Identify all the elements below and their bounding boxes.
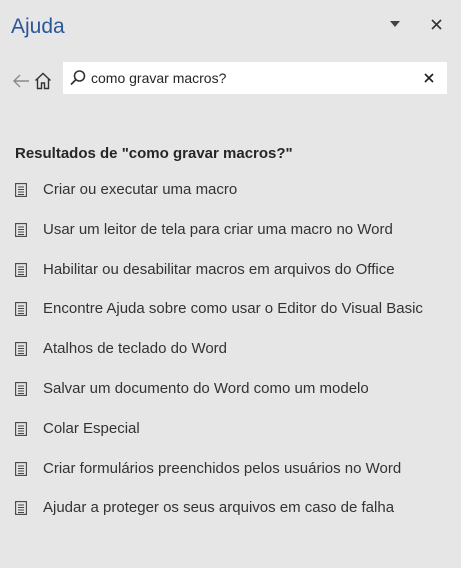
pane-header: Ajuda	[0, 0, 461, 52]
result-link[interactable]: Encontre Ajuda sobre como usar o Editor …	[43, 299, 423, 319]
result-item[interactable]: Colar Especial	[0, 409, 461, 449]
home-icon	[35, 72, 51, 90]
result-item[interactable]: Habilitar ou desabilitar macros em arqui…	[0, 250, 461, 290]
result-link[interactable]: Ajudar a proteger os seus arquivos em ca…	[43, 498, 394, 518]
document-icon	[15, 382, 27, 396]
help-pane: Ajuda como gravar macros? Resultados de …	[0, 0, 461, 568]
document-icon	[15, 183, 27, 197]
document-icon	[15, 302, 27, 317]
results-list: Criar ou executar uma macro Usar um leit…	[0, 170, 461, 528]
result-item[interactable]: Criar ou executar uma macro	[0, 170, 461, 210]
clear-icon	[424, 73, 434, 83]
result-item[interactable]: Usar um leitor de tela para criar uma ma…	[0, 210, 461, 250]
document-icon	[15, 262, 27, 277]
document-icon	[15, 222, 27, 237]
result-link[interactable]: Salvar um documento do Word como um mode…	[43, 379, 369, 399]
results-heading: Resultados de "como gravar macros?"	[15, 145, 293, 162]
back-button[interactable]	[10, 70, 32, 92]
search-icon	[70, 70, 86, 86]
result-link[interactable]: Habilitar ou desabilitar macros em arqui…	[43, 260, 395, 280]
pane-close-button[interactable]	[424, 12, 448, 36]
result-link[interactable]: Atalhos de teclado do Word	[43, 339, 227, 359]
result-item[interactable]: Criar formulários preenchidos pelos usuá…	[0, 449, 461, 489]
search-input[interactable]	[91, 62, 411, 94]
pane-options-button[interactable]	[383, 12, 407, 36]
document-icon	[15, 461, 27, 476]
close-icon	[430, 18, 442, 30]
pane-title: Ajuda	[11, 15, 65, 38]
document-icon	[15, 421, 27, 436]
clear-search-button[interactable]	[421, 70, 437, 86]
result-link[interactable]: Colar Especial	[43, 419, 140, 439]
chevron-down-icon	[390, 21, 400, 27]
result-item[interactable]: Encontre Ajuda sobre como usar o Editor …	[0, 289, 461, 329]
result-link[interactable]: Criar formulários preenchidos pelos usuá…	[43, 459, 401, 479]
result-item[interactable]: Ajudar a proteger os seus arquivos em ca…	[0, 488, 461, 528]
document-icon	[15, 501, 27, 516]
home-button[interactable]	[32, 69, 54, 93]
result-item[interactable]: Atalhos de teclado do Word	[0, 329, 461, 369]
result-item[interactable]: Salvar um documento do Word como um mode…	[0, 369, 461, 409]
document-icon	[15, 342, 27, 357]
search-box	[63, 62, 447, 94]
result-link[interactable]: Usar um leitor de tela para criar uma ma…	[43, 220, 393, 240]
result-link[interactable]: Criar ou executar uma macro	[43, 180, 237, 200]
arrow-left-icon	[13, 74, 29, 88]
